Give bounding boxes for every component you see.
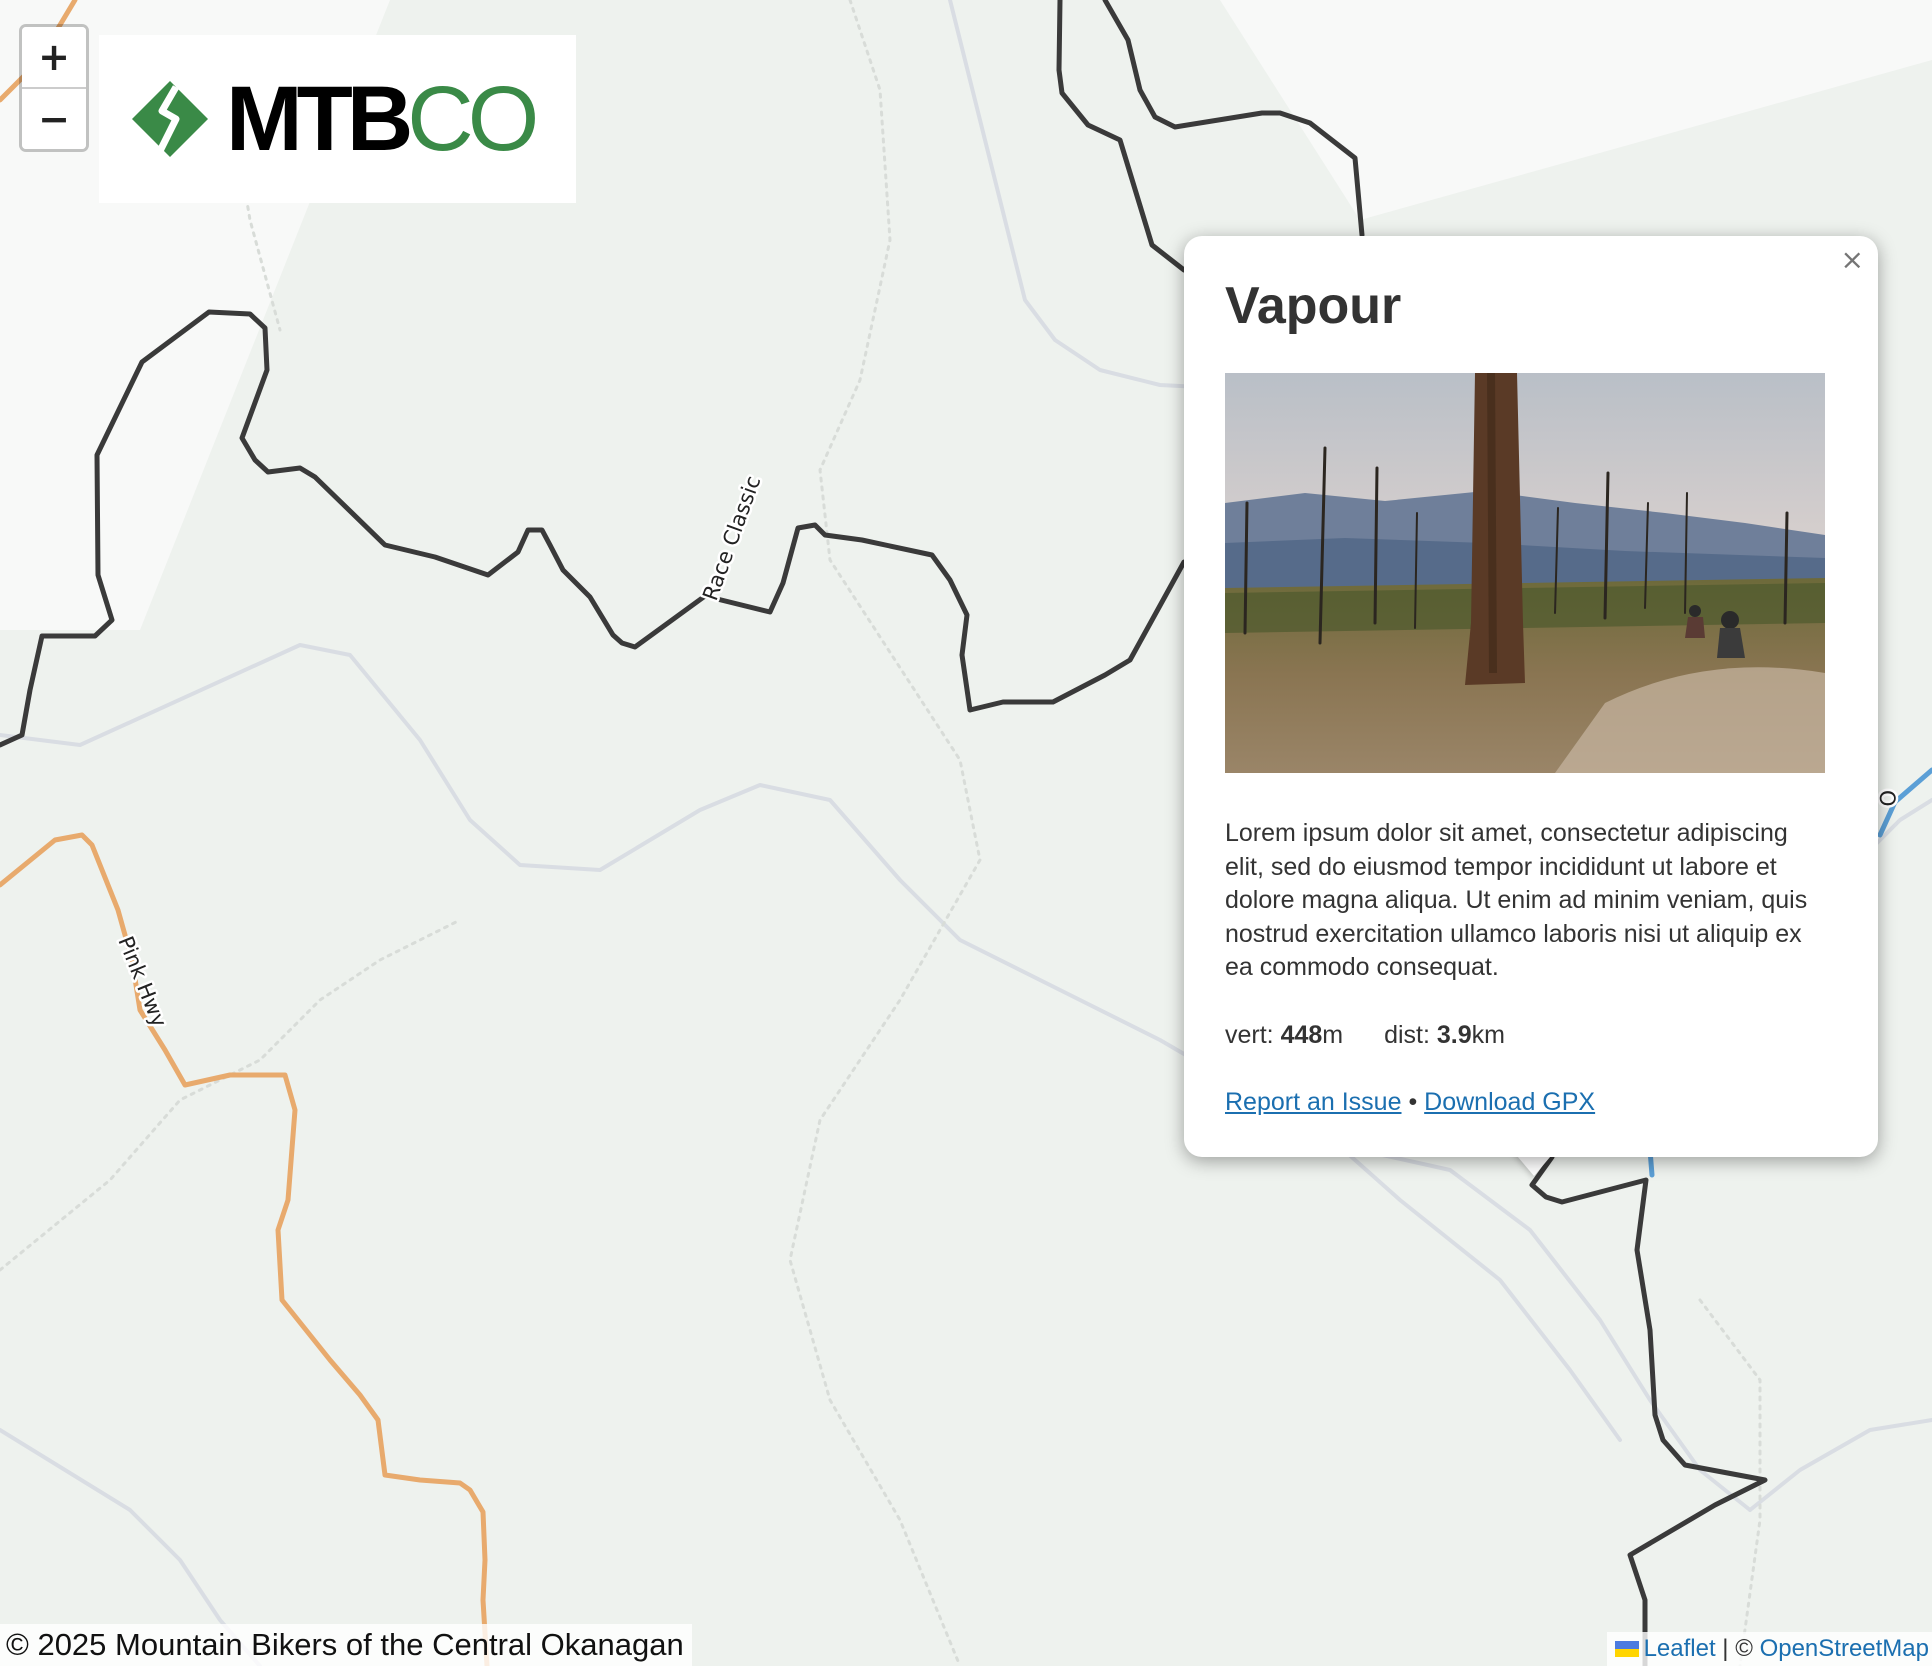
contour-line [1748,1418,1932,1512]
trail-popup: × Vapour Lorem ipsum dolor sit amet, con… [1184,236,1878,1157]
link-separator: • [1408,1087,1418,1116]
zoom-control: + − [19,24,89,152]
logo-wordmark: MTBCO [226,73,539,165]
attribution-separator: | [1722,1635,1729,1662]
copyright-attribution: © 2025 Mountain Bikers of the Central Ok… [0,1624,692,1666]
trail-pink-hwy [0,832,490,1666]
trail-photo [1225,373,1825,774]
trail-vapour [1056,0,1225,278]
contour-line [1868,798,1932,852]
osm-copyright-symbol: © [1735,1635,1753,1662]
stat-vert: vert: 448m [1225,1021,1343,1050]
logo: MTBCO [99,35,576,203]
popup-title: Vapour [1225,277,1402,335]
openstreetmap-link[interactable]: OpenStreetMap [1760,1635,1929,1662]
trail-label-race-classic: Race Classic [698,473,765,604]
popup-description: Lorem ipsum dolor sit amet, consectetur … [1225,819,1808,982]
leaflet-link[interactable]: Leaflet [1644,1635,1716,1662]
ukraine-flag-icon [1614,1641,1639,1657]
zoom-in-button[interactable]: + [22,27,86,87]
close-icon[interactable]: × [1841,246,1864,274]
report-issue-link[interactable]: Report an Issue [1225,1088,1402,1116]
stat-dist-value: 3.9 [1436,1020,1472,1049]
trail-vapour [1529,1154,1768,1666]
light-terrain-patch [1220,0,1932,220]
popup-links: Report an Issue • Download GPX [1225,1088,1826,1117]
dotted-path [0,918,462,1272]
stat-dist: dist: 3.9km [1384,1021,1505,1050]
contour-line [1308,1118,1622,1442]
trail-label-edge: O [1875,790,1899,807]
download-gpx-link[interactable]: Download GPX [1424,1088,1595,1116]
dotted-path [1698,1298,1762,1666]
stat-dist-label: dist: [1384,1020,1430,1049]
logo-leaf-icon [132,81,208,157]
stat-vert-unit: m [1322,1020,1344,1049]
logo-co-text: CO [407,68,539,170]
zoom-out-button[interactable]: − [22,87,86,149]
map-attribution: Leaflet | © OpenStreetMap [1606,1632,1932,1666]
popup-stats: vert: 448m dist: 3.9km [1225,1021,1826,1050]
stat-vert-label: vert: [1225,1020,1274,1049]
stat-vert-value: 448 [1280,1020,1323,1049]
logo-mtb-text: MTB [226,68,413,170]
stat-dist-unit: km [1471,1020,1505,1049]
map-canvas[interactable]: Race Classic Pink Hwy O + − MTBCO × Vapo… [0,0,1932,1666]
dotted-path [788,0,982,1666]
